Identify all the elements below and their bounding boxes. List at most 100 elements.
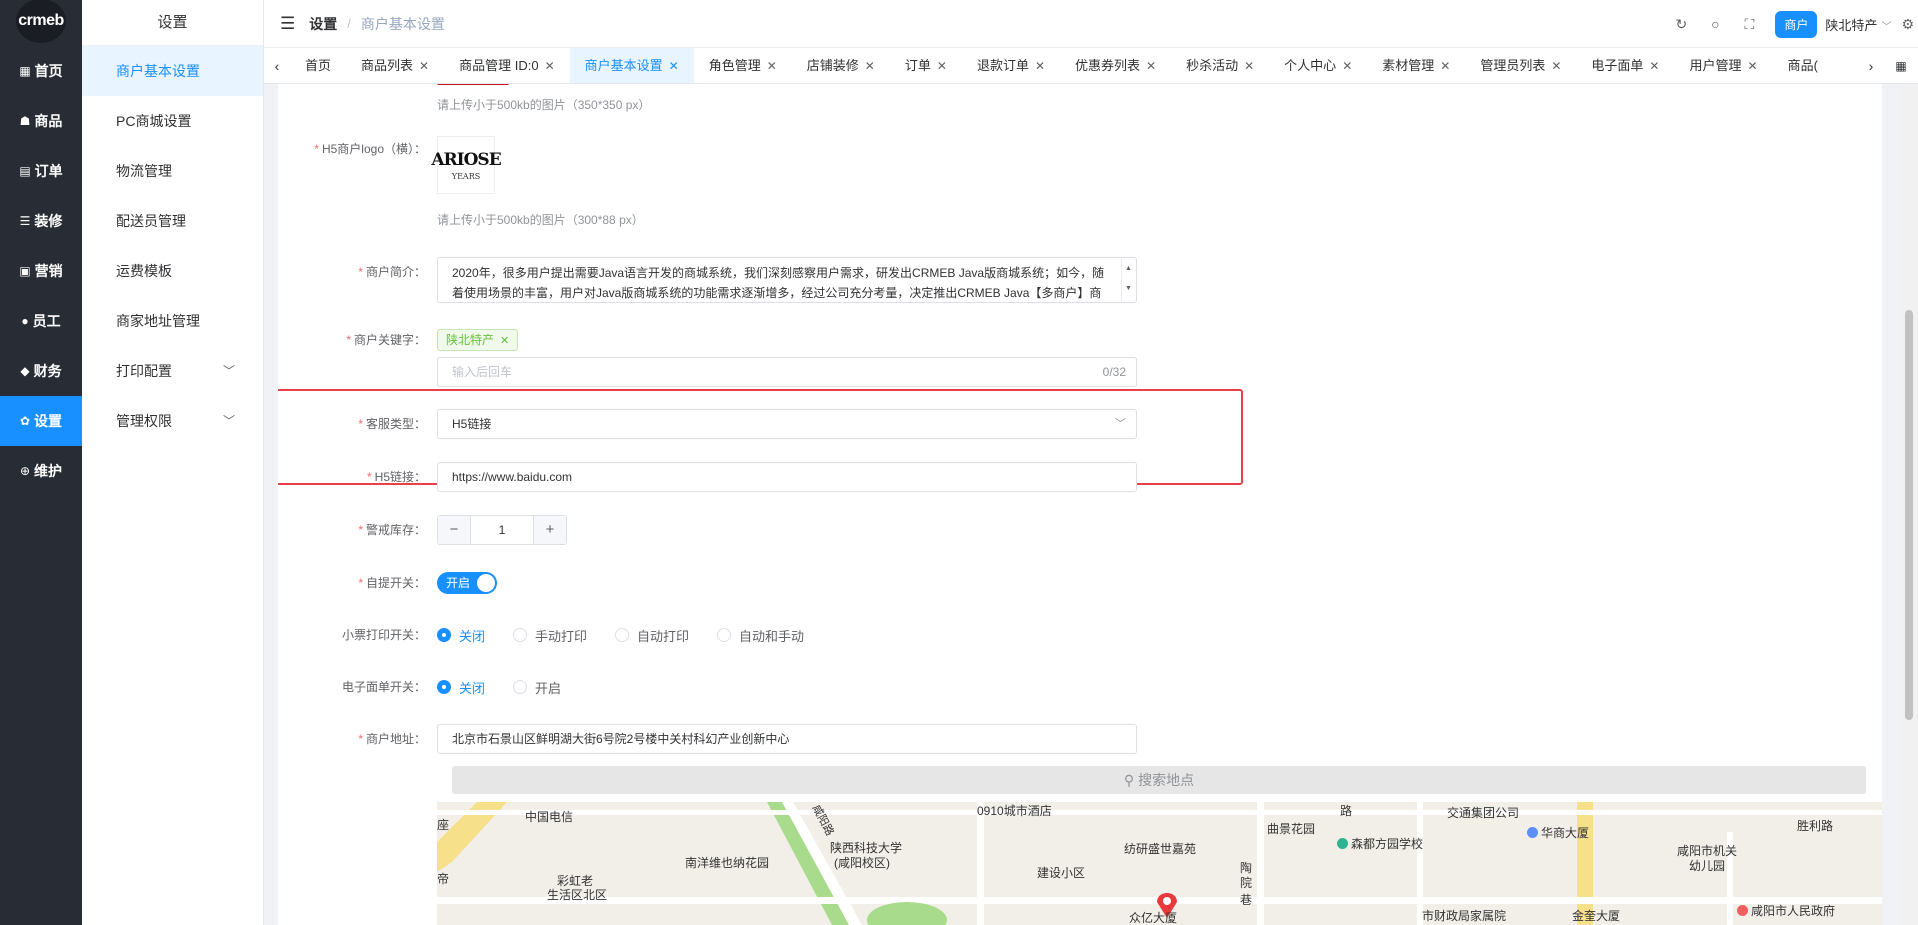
rail-item-label: 营销	[34, 263, 63, 279]
map-label: 市财政局家属院	[1422, 909, 1507, 923]
submenu-item[interactable]: PC商城设置	[82, 96, 263, 146]
submenu-item[interactable]: 商家地址管理	[82, 296, 263, 346]
tab[interactable]: 店铺装修 ✕	[792, 48, 890, 83]
fullscreen-icon[interactable]: ⛶	[1739, 16, 1759, 33]
tab[interactable]: 商户基本设置 ✕	[569, 48, 694, 83]
logo-horizontal-hint: 请上传小于500kb的图片（300*88 px）	[437, 213, 644, 227]
service-type-select[interactable]: H5链接 ﹀	[437, 409, 1137, 439]
tab-close-icon[interactable]: ✕	[1440, 48, 1450, 83]
radio-option[interactable]: 关闭	[437, 678, 485, 697]
submenu-item[interactable]: 商户基本设置	[82, 46, 263, 96]
tab[interactable]: 首页	[290, 48, 346, 83]
rail-item-sliders[interactable]: ☰ 装修	[0, 196, 82, 246]
pickup-switch-wrap: 开启	[437, 572, 497, 594]
radio-option[interactable]: 开启	[513, 678, 561, 697]
tab-close-icon[interactable]: ✕	[1146, 48, 1156, 83]
tab-close-icon[interactable]: ✕	[1551, 48, 1561, 83]
form-content: 请上传小于500kb的图片（350*350 px） * H5商户logo（横）： …	[278, 84, 1882, 925]
h5-link-input[interactable]: https://www.baidu.com	[437, 462, 1137, 492]
submenu-item[interactable]: 管理权限 ﹀	[82, 396, 263, 446]
tab-close-icon[interactable]: ✕	[865, 48, 875, 83]
intro-textarea[interactable]: 2020年，很多用户提出需要Java语言开发的商城系统，我们深刻感察用户需求，研…	[437, 257, 1137, 303]
tab[interactable]: 角色管理 ✕	[694, 48, 792, 83]
tab-close-icon[interactable]: ✕	[1244, 48, 1254, 83]
location-map[interactable]: 中国电信 0910城市酒店 曲景花园 交通集团公司 胜利路 华商大厦 陕西科技大…	[437, 802, 1882, 925]
radio-option[interactable]: 手动打印	[513, 626, 587, 645]
radio-label: 自动和手动	[739, 628, 805, 644]
refresh-icon[interactable]: ↻	[1671, 16, 1691, 33]
stock-value-input[interactable]: 1	[470, 516, 534, 544]
map-search-bar[interactable]: ⚲ 搜索地点	[452, 766, 1866, 794]
tab-close-icon[interactable]: ✕	[767, 48, 777, 83]
tab[interactable]: 商品(	[1773, 48, 1833, 83]
tab[interactable]: 电子面单 ✕	[1576, 48, 1674, 83]
tab[interactable]: 退款订单 ✕	[962, 48, 1060, 83]
submenu-item[interactable]: 物流管理	[82, 146, 263, 196]
tab[interactable]: 订单 ✕	[890, 48, 962, 83]
map-label: 交通集团公司	[1447, 806, 1520, 820]
rail-item-label: 装修	[34, 213, 63, 229]
address-input[interactable]: 北京市石景山区鲜明湖大街6号院2号楼中关村科幻产业创新中心	[437, 724, 1137, 754]
submenu-item[interactable]: 配送员管理	[82, 196, 263, 246]
tab-close-icon[interactable]: ✕	[1035, 48, 1045, 83]
rail-item-label: 财务	[33, 363, 62, 379]
rail-item-bag[interactable]: ☗ 商品	[0, 96, 82, 146]
address-label: * 商户地址：	[358, 732, 426, 746]
map-label: 曲景花园	[1267, 822, 1316, 836]
textarea-scrollbar[interactable]: ▲ ▼	[1121, 259, 1135, 301]
rail-item-wallet[interactable]: ◆ 财务	[0, 346, 82, 396]
rail-item-user[interactable]: ● 员工	[0, 296, 82, 346]
settings-gear-icon[interactable]: ⚙	[1901, 16, 1914, 33]
h5-logo-upload[interactable]: ARIOSE YEARS	[431, 136, 502, 194]
tabs-scroll-right-icon[interactable]: ›	[1858, 58, 1884, 74]
breadcrumb-settings[interactable]: 设置	[309, 14, 337, 34]
logo-square-hint: 请上传小于500kb的图片（350*350 px）	[437, 98, 651, 112]
tab-label: 商品(	[1787, 57, 1818, 73]
tab-close-icon[interactable]: ✕	[419, 48, 429, 83]
tab[interactable]: 秒杀活动 ✕	[1171, 48, 1269, 83]
stock-decrement-button[interactable]: −	[438, 516, 470, 544]
rail-item-marketing[interactable]: ▣ 营销	[0, 246, 82, 296]
tab-close-icon[interactable]: ✕	[1649, 48, 1659, 83]
tab[interactable]: 优惠券列表 ✕	[1060, 48, 1171, 83]
rail-item-label: 设置	[34, 413, 63, 429]
tab[interactable]: 用户管理 ✕	[1674, 48, 1772, 83]
scrollbar-thumb[interactable]	[1905, 310, 1913, 720]
submenu-item[interactable]: 打印配置 ﹀	[82, 346, 263, 396]
map-label: 众亿大厦	[1129, 911, 1178, 925]
tab-close-icon[interactable]: ✕	[545, 48, 555, 83]
stock-alert-label: * 警戒库存：	[358, 523, 426, 537]
radio-circle-icon	[615, 628, 630, 642]
radio-option[interactable]: 关闭	[437, 626, 485, 645]
rail-item-maintain[interactable]: ⊕ 维护	[0, 446, 82, 496]
rail-item-order[interactable]: ▤ 订单	[0, 146, 82, 196]
radio-option[interactable]: 自动和手动	[717, 626, 804, 645]
submenu-item[interactable]: 运费模板	[82, 246, 263, 296]
keyword-input[interactable]: 输入后回车 0/32	[437, 357, 1137, 387]
tag-close-icon[interactable]: ✕	[500, 335, 509, 347]
tabs-menu-icon[interactable]: ▦	[1884, 59, 1918, 73]
tab[interactable]: 素材管理 ✕	[1367, 48, 1465, 83]
tab[interactable]: 商品管理 ID:0 ✕	[444, 48, 570, 83]
tabs-scroll-left-icon[interactable]: ‹	[264, 58, 290, 74]
tab[interactable]: 个人中心 ✕	[1269, 48, 1367, 83]
page-scrollbar[interactable]	[1900, 84, 1918, 925]
pickup-switch[interactable]: 开启	[437, 572, 497, 594]
tab[interactable]: 管理员列表 ✕	[1465, 48, 1576, 83]
search-icon[interactable]: ○	[1705, 16, 1725, 32]
logo-text-main: ARIOSE	[431, 149, 501, 170]
tab[interactable]: 商品列表 ✕	[346, 48, 444, 83]
keyword-tags: 陕北特产 ✕	[437, 329, 519, 351]
menu-toggle-icon[interactable]: ☰	[280, 14, 295, 34]
rail-item-grid[interactable]: ▦ 首页	[0, 46, 82, 96]
tab-close-icon[interactable]: ✕	[669, 48, 679, 83]
header-actions: ↻ ○ ⛶ 商户 陕北特产 ﹀ ⚙	[1657, 0, 1918, 48]
tab-close-icon[interactable]: ✕	[937, 48, 947, 83]
tab-label: 商品列表	[361, 57, 414, 73]
rail-item-gear[interactable]: ✿ 设置	[0, 396, 82, 446]
tab-close-icon[interactable]: ✕	[1748, 48, 1758, 83]
stock-increment-button[interactable]: +	[534, 516, 566, 544]
tab-close-icon[interactable]: ✕	[1342, 48, 1352, 83]
radio-option[interactable]: 自动打印	[615, 626, 689, 645]
merchant-dropdown[interactable]: 陕北特产 ﹀	[1825, 15, 1891, 34]
